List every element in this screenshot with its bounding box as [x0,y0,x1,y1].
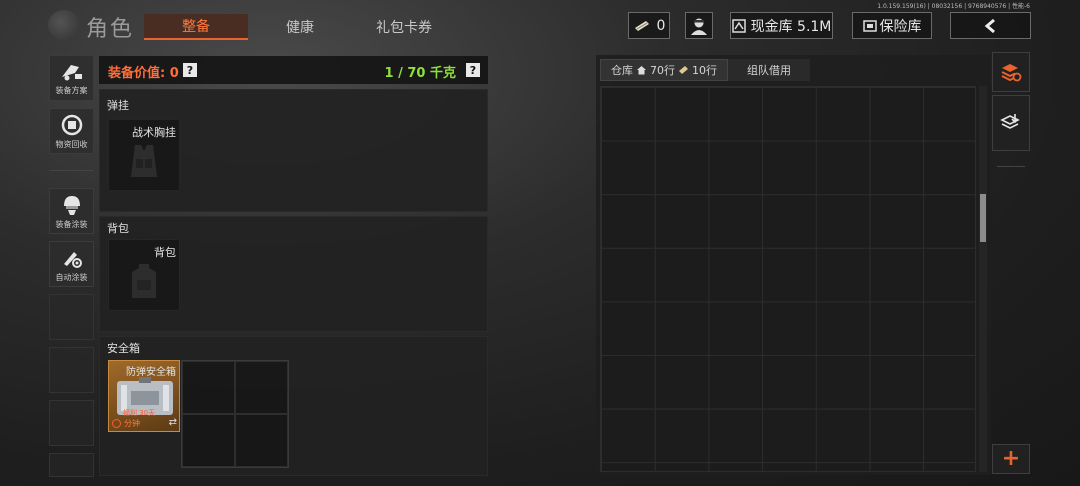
agent-avatar-icon [691,18,707,35]
sidebar-item-recycle[interactable]: 物资回收 [49,108,94,154]
vault-icon [862,19,877,32]
warehouse-grid[interactable] [600,86,976,472]
safe-box-cell[interactable] [235,414,288,467]
chest-rig-section: 弹挂 战术胸挂 [99,89,488,212]
plus-icon: + [1001,446,1021,471]
chest-rig-slot[interactable]: 战术胸挂 [108,119,180,191]
backpack-placeholder-icon [132,263,156,298]
page-title: 角色 [86,17,135,42]
warehouse-tab-label: 仓库 [611,64,633,77]
tab-health[interactable]: 健康 [250,14,350,40]
ticket-icon [634,20,649,31]
role-logo-icon [48,10,80,40]
safe-box-extra: 福利 30天 [123,409,156,417]
cash-vault-label: 现金库 5.1M [750,18,832,35]
warehouse-scroll-thumb[interactable] [980,194,986,242]
divider [997,166,1025,167]
weight-capacity: 1 / 70 千克 [384,66,456,81]
sidebar-item-label: 自动涂装 [55,272,88,282]
section-title: 安全箱 [107,342,140,355]
recycle-icon [61,114,82,135]
divider [49,170,94,171]
cash-icon [731,18,746,33]
sidebar-empty-slot [49,400,94,446]
sidebar-item-gear-paint[interactable]: 装备涂装 [49,188,94,234]
chest-rig-placeholder-icon [131,144,157,177]
safe-box-cell[interactable] [182,414,235,467]
warehouse-rows: 70行 [650,64,675,77]
ticket-counter[interactable]: 0 [628,12,670,39]
auto-paint-icon [63,251,82,268]
sidebar-item-auto-paint[interactable]: 自动涂装 [49,241,94,287]
chevron-left-icon [984,18,995,33]
sidebar-empty-slot [49,453,94,477]
slot-name: 战术胸挂 [132,126,176,139]
section-title: 背包 [107,222,129,235]
back-button[interactable] [950,12,1031,39]
safe-box-slot[interactable]: 防弹安全箱 福利 30天 分钟 ⇄ [108,360,180,432]
section-title: 弹挂 [107,99,129,112]
tab-gear[interactable]: 整备 [144,14,248,40]
swap-icon[interactable]: ⇄ [169,417,177,428]
sidebar-item-loadout[interactable]: 装备方案 [49,55,94,101]
sidebar-item-label: 物资回收 [55,139,88,149]
slot-name: 防弹安全箱 [126,367,176,378]
version-text: 1.0.159.159(16) | 08032156 | 9768940576 … [877,3,1030,10]
ticket-small-icon [679,66,688,74]
sidebar-empty-slot [49,347,94,393]
safe-box-cell[interactable] [235,361,288,414]
tab-warehouse[interactable]: 仓库 70行 10行 [600,59,728,81]
warehouse-scrollbar[interactable] [979,86,987,472]
safe-box-cell[interactable] [182,361,235,414]
add-warehouse-button[interactable]: + [992,444,1030,474]
profile-button[interactable] [685,12,713,39]
equipment-value: 装备价值: 0 [108,66,179,81]
safe-vault-button[interactable]: 保险库 [852,12,932,39]
value-help-button[interactable]: ? [183,63,197,77]
ticket-count: 0 [656,17,666,34]
sidebar-item-label: 装备涂装 [55,219,88,229]
tab-gift-cards[interactable]: 礼包卡券 [354,14,454,40]
home-icon [637,66,646,75]
warehouse-extra-rows: 10行 [692,64,717,77]
sidebar-empty-slot [49,294,94,340]
backpack-section: 背包 背包 [99,216,488,332]
tab-team-borrow[interactable]: 组队借用 [728,59,810,81]
warehouse-import-button[interactable] [992,95,1030,151]
warehouse-sort-button[interactable] [992,52,1030,92]
helmet-paint-icon [63,195,80,215]
slot-name: 背包 [154,246,176,259]
stack-refresh-icon [1001,64,1022,82]
weight-help-button[interactable]: ? [466,63,480,77]
safe-box-badge: 分钟 [124,419,140,428]
cash-vault-button[interactable]: 现金库 5.1M [730,12,833,39]
backpack-slot[interactable]: 背包 [108,239,180,311]
clock-icon [112,419,121,428]
loadout-icon [61,64,82,80]
equipment-summary-bar: 装备价值: 0 ? 1 / 70 千克 ? [99,56,488,84]
sidebar-item-label: 装备方案 [55,85,88,95]
safe-vault-label: 保险库 [879,18,922,35]
safe-box-grid[interactable] [181,360,289,468]
stack-download-icon [1000,114,1020,129]
